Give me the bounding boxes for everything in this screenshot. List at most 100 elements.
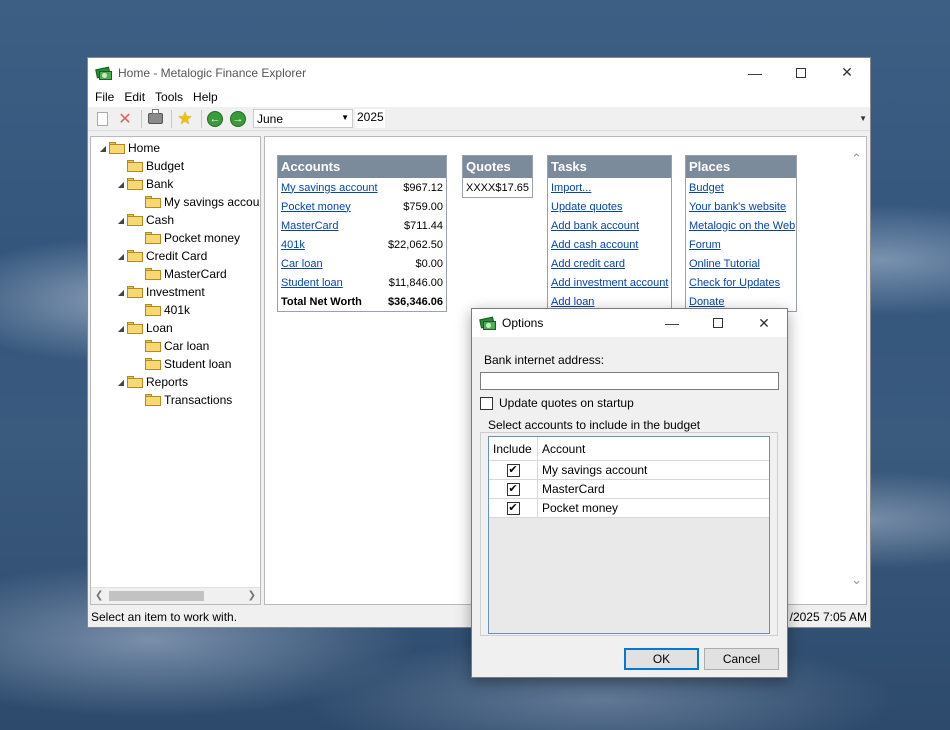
include-cell: ✔ (489, 461, 538, 479)
place-link[interactable]: Online Tutorial (689, 258, 760, 270)
tree-item[interactable]: ◢ Home (97, 139, 160, 157)
task-link[interactable]: Add cash account (551, 239, 638, 251)
tree-item[interactable]: ◢ Reports (115, 373, 188, 391)
tree-item[interactable]: ◢ Loan (115, 319, 173, 337)
include-checkbox[interactable]: ✔ (506, 501, 520, 515)
account-row: Car loan $0.00 (278, 254, 446, 273)
tree-item[interactable]: Pocket money (133, 229, 240, 247)
menu-help[interactable]: Help (188, 90, 223, 104)
account-name-cell[interactable]: My savings account (538, 463, 647, 477)
month-select[interactable]: June ▼ (253, 109, 353, 128)
tree-item-label: Credit Card (146, 249, 208, 263)
tree-item[interactable]: ◢ Cash (115, 211, 174, 229)
task-row: Add bank account (548, 216, 671, 235)
expand-triangle-icon[interactable]: ◢ (115, 288, 127, 297)
folder-icon (145, 268, 161, 280)
maximize-icon[interactable] (695, 309, 741, 337)
bank-address-input[interactable] (480, 372, 779, 390)
grid-header: Include Account (489, 437, 769, 461)
main-titlebar[interactable]: Home - Metalogic Finance Explorer — ✕ (88, 58, 870, 87)
maximize-icon[interactable] (778, 58, 824, 87)
expand-triangle-icon[interactable]: ◢ (115, 180, 127, 189)
place-link[interactable]: Donate (689, 296, 724, 308)
account-link[interactable]: My savings account (281, 182, 378, 194)
total-net-worth-row: Total Net Worth $36,346.06 (278, 292, 446, 311)
scroll-left-icon[interactable]: ❮ (95, 590, 103, 601)
tree-item-label: Budget (146, 159, 185, 173)
close-icon[interactable]: ✕ (741, 309, 787, 337)
place-link[interactable]: Your bank's website (689, 201, 786, 213)
task-link[interactable]: Update quotes (551, 201, 623, 213)
tree-item-label: Car loan (164, 339, 210, 353)
account-name-cell[interactable]: MasterCard (538, 482, 605, 496)
back-arrow-icon[interactable]: ← (205, 109, 225, 129)
menu-edit[interactable]: Edit (119, 90, 150, 104)
new-document-icon[interactable] (92, 109, 112, 129)
account-link[interactable]: MasterCard (281, 220, 338, 232)
expand-triangle-icon[interactable]: ◢ (115, 324, 127, 333)
place-link[interactable]: Forum (689, 239, 721, 251)
tree-item[interactable]: ◢ Investment (115, 283, 205, 301)
task-link[interactable]: Add investment account (551, 277, 668, 289)
folder-icon (127, 160, 143, 172)
task-link[interactable]: Import... (551, 182, 591, 194)
tree-item[interactable]: Student loan (133, 355, 231, 373)
grid-row: ✔ My savings account (489, 461, 769, 480)
account-amount: $711.44 (404, 219, 443, 232)
toolbar-separator (171, 109, 172, 128)
include-checkbox[interactable]: ✔ (506, 482, 520, 496)
star-icon[interactable]: ★ (175, 109, 195, 129)
tree-item[interactable]: Car loan (133, 337, 209, 355)
account-link[interactable]: Car loan (281, 258, 323, 270)
expand-triangle-icon[interactable]: ◢ (115, 252, 127, 261)
minimize-icon[interactable]: — (649, 309, 695, 337)
dialog-titlebar[interactable]: Options — ✕ (472, 309, 787, 337)
update-quotes-option[interactable]: Update quotes on startup (480, 396, 634, 410)
tree-item[interactable]: Budget (115, 157, 184, 175)
account-link[interactable]: Student loan (281, 277, 343, 289)
tree-item[interactable]: Transactions (133, 391, 232, 409)
scroll-right-icon[interactable]: ❯ (248, 590, 256, 601)
account-name-cell[interactable]: Pocket money (538, 501, 618, 515)
year-field[interactable]: 2025 (355, 109, 385, 128)
place-link[interactable]: Metalogic on the Web (689, 220, 795, 232)
delete-icon[interactable]: ✕ (115, 109, 135, 129)
expand-triangle-icon[interactable]: ◢ (115, 216, 127, 225)
place-row: Online Tutorial (686, 254, 796, 273)
ok-button[interactable]: OK (624, 648, 699, 670)
menu-tools[interactable]: Tools (150, 90, 188, 104)
minimize-icon[interactable]: — (732, 58, 778, 87)
task-link[interactable]: Add bank account (551, 220, 639, 232)
account-link[interactable]: 401k (281, 239, 305, 251)
grid-header-account[interactable]: Account (538, 442, 585, 456)
grid-header-include[interactable]: Include (489, 437, 538, 460)
tree-item[interactable]: MasterCard (133, 265, 227, 283)
cancel-button[interactable]: Cancel (704, 648, 779, 670)
tree-item[interactable]: 401k (133, 301, 190, 319)
tree-item[interactable]: ◢ Bank (115, 175, 173, 193)
forward-arrow-icon[interactable]: → (228, 109, 248, 129)
account-row: 401k $22,062.50 (278, 235, 446, 254)
toolbar-overflow-icon[interactable]: ▼ (859, 114, 867, 123)
expand-triangle-icon[interactable]: ◢ (97, 144, 109, 153)
tree-item[interactable]: My savings account (133, 193, 260, 211)
account-link[interactable]: Pocket money (281, 201, 351, 213)
scroll-down-icon[interactable]: ⌄ (851, 572, 862, 588)
tree-item-label: MasterCard (164, 267, 227, 281)
scrollbar-thumb[interactable] (109, 591, 204, 601)
close-icon[interactable]: ✕ (824, 58, 870, 87)
scroll-up-icon[interactable]: ⌃ (851, 151, 862, 167)
expand-triangle-icon[interactable]: ◢ (115, 378, 127, 387)
place-link[interactable]: Budget (689, 182, 724, 194)
menu-file[interactable]: File (90, 90, 119, 104)
place-link[interactable]: Check for Updates (689, 277, 780, 289)
task-link[interactable]: Add loan (551, 296, 594, 308)
task-link[interactable]: Add credit card (551, 258, 625, 270)
include-checkbox[interactable]: ✔ (506, 463, 520, 477)
update-quotes-checkbox[interactable] (480, 396, 493, 410)
horizontal-scrollbar[interactable]: ❮ ❯ (91, 587, 260, 604)
task-row: Add cash account (548, 235, 671, 254)
printer-icon[interactable] (145, 109, 165, 129)
folder-icon (145, 232, 161, 244)
tree-item[interactable]: ◢ Credit Card (115, 247, 207, 265)
